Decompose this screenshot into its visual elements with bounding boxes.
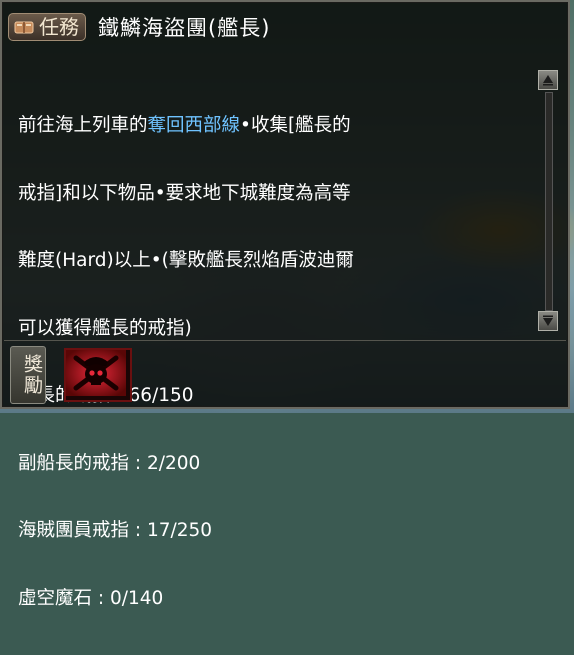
requirement-item: 虛空魔石 : 0/140	[18, 587, 164, 609]
location-link[interactable]: 奪回西部線	[148, 115, 241, 136]
quest-badge: 任務	[8, 13, 86, 41]
quest-tooltip-panel: 任務 鐵鱗海盜團(艦長) 前往海上列車的奪回西部線•收集[艦長的 戒指]和以下物…	[0, 0, 570, 609]
requirement-item: 副船長的戒指 : 2/200	[18, 452, 201, 474]
reward-item-slot[interactable]	[64, 348, 132, 402]
section-divider	[4, 340, 566, 341]
description-line: 難度(Hard)以上•(擊敗艦長烈焰盾波迪爾	[18, 250, 354, 271]
description-text: •收集[艦長的	[240, 115, 351, 136]
quest-title: 鐵鱗海盜團(艦長)	[98, 16, 271, 40]
description-line: 前往海上列車的奪回西部線•收集[艦長的	[18, 115, 528, 138]
reward-label: 獎勵	[10, 346, 46, 404]
description-text: 前往海上列車的	[18, 115, 148, 136]
pirate-skull-icon	[66, 350, 126, 396]
scroll-up-button[interactable]	[538, 70, 558, 90]
arrow-up-icon	[543, 75, 553, 86]
scroll-track[interactable]	[545, 92, 553, 311]
quest-badge-label: 任務	[39, 15, 79, 39]
quest-header: 任務 鐵鱗海盜團(艦長)	[8, 10, 564, 44]
description-line: 可以獲得艦長的戒指)	[18, 317, 192, 339]
description-line: 戒指]和以下物品•要求地下城難度為高等	[18, 182, 351, 204]
scroll-down-button[interactable]	[538, 311, 558, 331]
book-icon	[13, 19, 35, 35]
requirement-item: 海賊團員戒指 : 17/250	[18, 520, 213, 541]
arrow-down-icon	[543, 315, 553, 326]
description-scrollbar[interactable]	[538, 70, 558, 332]
